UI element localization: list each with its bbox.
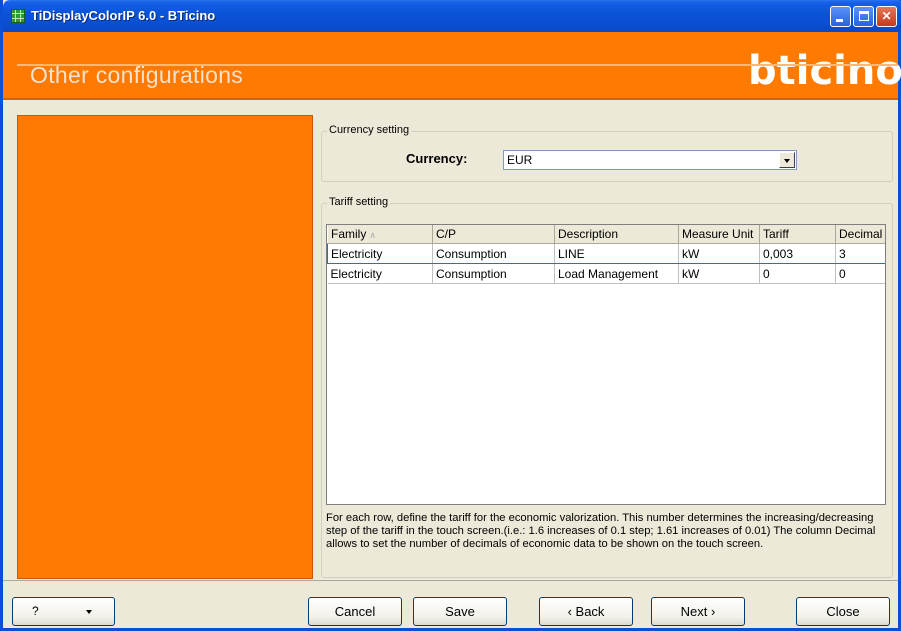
currency-label: Currency:	[406, 151, 468, 166]
maximize-button[interactable]	[853, 6, 874, 27]
close-window-button[interactable]: ✕	[876, 6, 897, 27]
bticino-logo: bticino	[748, 48, 901, 94]
cell-cp[interactable]: Consumption	[432, 243, 555, 264]
cell-cp[interactable]: Consumption	[432, 263, 555, 284]
maximize-icon	[859, 11, 869, 21]
cell-description[interactable]: Load Management	[554, 263, 679, 284]
close-button[interactable]: Close	[796, 597, 890, 626]
tariff-group-label: Tariff setting	[327, 196, 391, 208]
help-dropdown-button[interactable]: ?	[12, 597, 115, 626]
save-button[interactable]: Save	[413, 597, 507, 626]
minimize-button[interactable]	[830, 6, 851, 27]
currency-group-label: Currency setting	[327, 124, 412, 136]
close-icon: ✕	[881, 9, 892, 23]
cell-measure-unit[interactable]: kW	[678, 243, 760, 264]
chevron-down-icon[interactable]	[779, 152, 795, 168]
column-header-family[interactable]: Family ∧	[327, 225, 433, 244]
cell-family[interactable]: Electricity	[327, 243, 433, 264]
table-header-row: Family ∧ C/P Description Measure Unit Tar…	[327, 225, 885, 244]
page-header: Other configurations bticino	[3, 32, 901, 100]
column-header-decimal[interactable]: Decimal	[835, 225, 885, 244]
column-header-description[interactable]: Description	[554, 225, 679, 244]
cell-measure-unit[interactable]: kW	[678, 263, 760, 284]
cell-decimal[interactable]: 3	[835, 243, 885, 264]
help-icon: ?	[32, 604, 39, 618]
sort-ascending-icon: ∧	[369, 230, 376, 240]
title-bar[interactable]: TiDisplayColorIP 6.0 - BTicino ✕	[3, 0, 901, 32]
cancel-button[interactable]: Cancel	[308, 597, 402, 626]
left-panel	[17, 115, 313, 579]
column-header-measure-unit[interactable]: Measure Unit	[678, 225, 760, 244]
tariff-table[interactable]: Family ∧ C/P Description Measure Unit Tar…	[326, 224, 886, 505]
cell-family[interactable]: Electricity	[327, 263, 433, 284]
table-row[interactable]: Electricity Consumption Load Management …	[327, 263, 885, 284]
minimize-icon	[836, 19, 843, 22]
application-window: TiDisplayColorIP 6.0 - BTicino ✕ Other c…	[0, 0, 901, 631]
cell-tariff[interactable]: 0	[759, 263, 836, 284]
app-icon	[11, 9, 25, 23]
cell-decimal[interactable]: 0	[835, 263, 885, 284]
next-button[interactable]: Next ›	[651, 597, 745, 626]
back-button[interactable]: ‹ Back	[539, 597, 633, 626]
column-header-cp[interactable]: C/P	[432, 225, 555, 244]
cell-tariff[interactable]: 0,003	[759, 243, 836, 264]
chevron-down-icon	[86, 610, 92, 614]
table-row[interactable]: Electricity Consumption LINE kW 0,003 3	[327, 243, 885, 264]
page-title: Other configurations	[30, 62, 244, 88]
currency-select-value: EUR	[507, 153, 533, 167]
column-header-tariff[interactable]: Tariff	[759, 225, 836, 244]
title-underline	[17, 64, 898, 66]
cell-description[interactable]: LINE	[554, 243, 679, 264]
tariff-help-text: For each row, define the tariff for the …	[326, 512, 876, 550]
window-title: TiDisplayColorIP 6.0 - BTicino	[31, 8, 216, 23]
currency-select[interactable]: EUR	[503, 150, 797, 170]
